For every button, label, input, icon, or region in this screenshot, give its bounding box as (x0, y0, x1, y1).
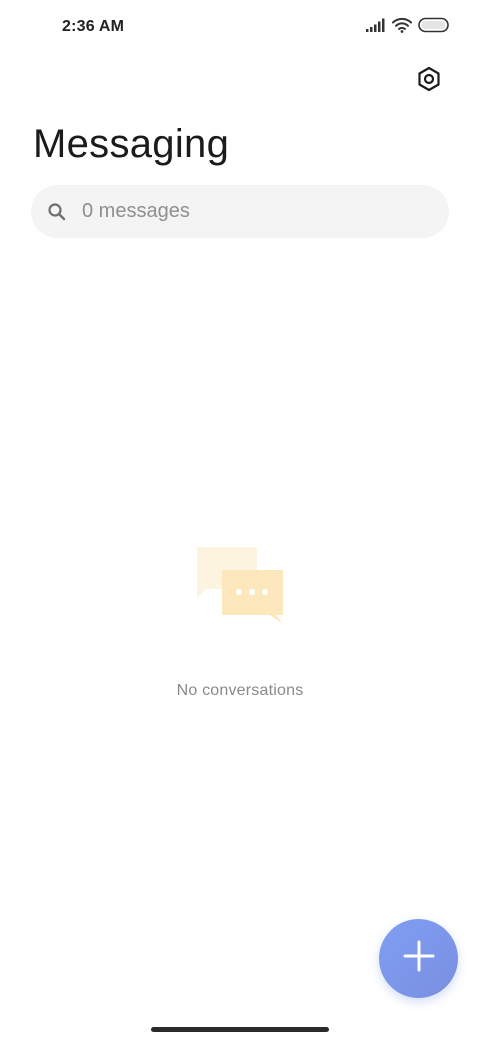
new-conversation-button[interactable] (379, 919, 458, 998)
search-placeholder: 0 messages (82, 200, 190, 222)
settings-button[interactable] (410, 62, 448, 100)
search-bar[interactable]: 0 messages (31, 185, 449, 238)
wifi-icon (392, 17, 412, 33)
chat-bubbles-icon (194, 545, 286, 627)
settings-hexagon-icon (416, 66, 442, 97)
home-indicator[interactable] (151, 1027, 329, 1032)
status-time: 2:36 AM (62, 18, 125, 35)
signal-icon (366, 18, 386, 32)
battery-icon (418, 17, 450, 33)
search-icon (47, 202, 67, 222)
empty-state-message: No conversations (176, 682, 304, 699)
page-title: Messaging (33, 122, 230, 166)
plus-icon (402, 939, 436, 978)
status-icons (366, 17, 450, 33)
status-bar: 2:36 AM (0, 0, 480, 56)
